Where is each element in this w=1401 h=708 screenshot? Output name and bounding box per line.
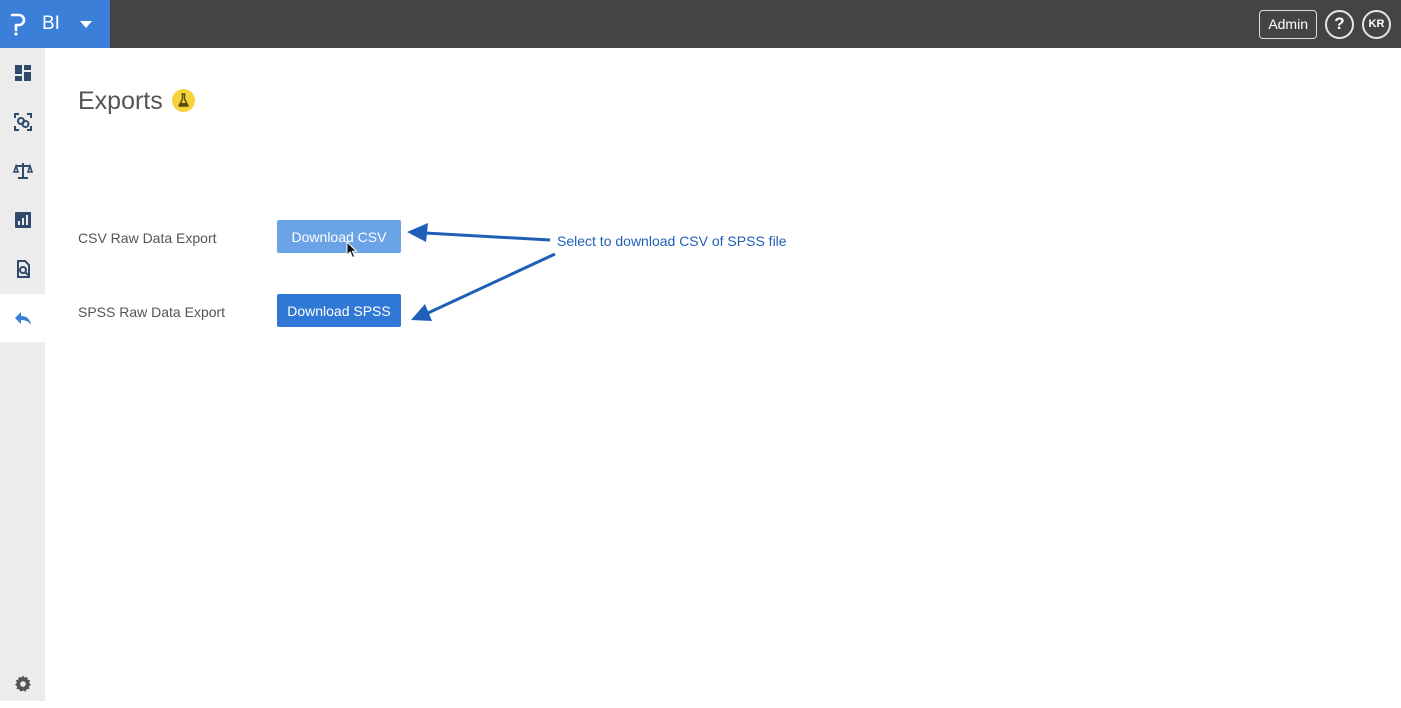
bar-chart-icon bbox=[14, 212, 31, 228]
sidebar-item-dashboard[interactable] bbox=[0, 49, 45, 97]
sidebar-item-compare[interactable] bbox=[0, 147, 45, 195]
top-bar: BI Admin ? KR bbox=[0, 0, 1401, 48]
download-csv-button[interactable]: Download CSV bbox=[277, 220, 401, 253]
avatar[interactable]: KR bbox=[1362, 9, 1391, 39]
sidebar-item-exports[interactable] bbox=[0, 294, 45, 342]
gear-icon bbox=[14, 675, 31, 692]
app-name: BI bbox=[42, 13, 60, 34]
top-right-actions: Admin ? KR bbox=[1259, 9, 1391, 39]
document-search-icon bbox=[16, 260, 30, 278]
beta-badge bbox=[172, 89, 195, 112]
chevron-down-icon[interactable] bbox=[78, 16, 94, 32]
dashboard-icon bbox=[14, 65, 31, 81]
balance-scale-icon bbox=[12, 163, 33, 179]
admin-button[interactable]: Admin bbox=[1259, 9, 1317, 39]
spss-export-label: SPSS Raw Data Export bbox=[78, 304, 226, 320]
annotation-callout: Select to download CSV of SPSS file bbox=[557, 233, 787, 249]
help-button[interactable]: ? bbox=[1325, 9, 1354, 39]
annotation-arrows bbox=[407, 223, 556, 321]
download-spss-button[interactable]: Download SPSS bbox=[277, 294, 401, 327]
logo-icon bbox=[10, 13, 26, 36]
csv-export-label: CSV Raw Data Export bbox=[78, 230, 217, 246]
sidebar-item-scan[interactable] bbox=[0, 98, 45, 146]
sidebar-item-search-documents[interactable] bbox=[0, 245, 45, 293]
page-title: Exports bbox=[78, 87, 163, 115]
sidebar bbox=[0, 48, 45, 701]
mouse-cursor-icon bbox=[346, 241, 358, 259]
flask-icon bbox=[178, 93, 189, 107]
sidebar-item-reports[interactable] bbox=[0, 196, 45, 244]
scan-icon bbox=[13, 113, 32, 131]
app-switcher[interactable]: BI bbox=[0, 0, 110, 48]
reply-arrow-icon bbox=[14, 312, 31, 325]
